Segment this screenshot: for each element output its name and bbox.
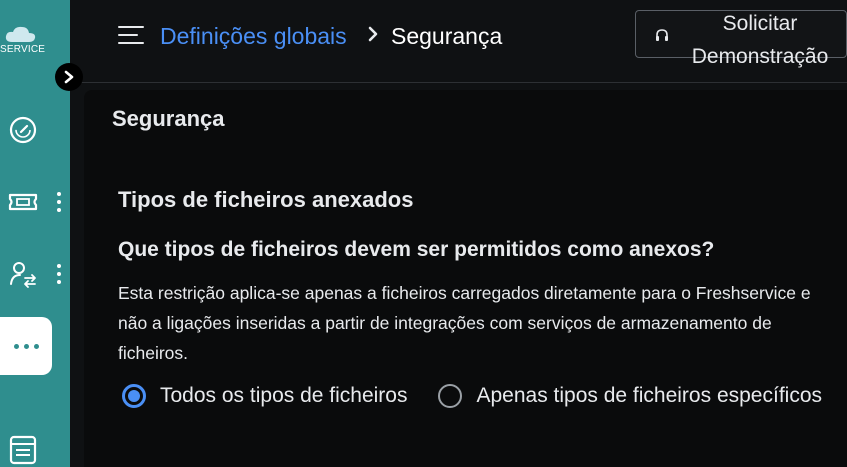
gauge-icon (9, 116, 37, 144)
attachment-description: Esta restrição aplica-se apenas a fichei… (118, 283, 811, 363)
hamburger-menu-icon[interactable] (118, 25, 144, 45)
breadcrumb-root-link[interactable]: Definições globais (160, 23, 347, 50)
sidebar-item-calendar[interactable] (6, 432, 40, 466)
sidebar-expand-toggle[interactable] (55, 63, 83, 91)
brand-text: SERVICE (0, 44, 46, 55)
section-heading: Tipos de ficheiros anexados (118, 187, 414, 212)
breadcrumb-current: Segurança (391, 23, 503, 49)
chevron-right-icon (64, 70, 74, 84)
sidebar-item-users[interactable] (6, 257, 40, 291)
attachment-question: Que tipos de ficheiros devem ser permiti… (118, 238, 715, 261)
sidebar-item-tickets-menu[interactable] (54, 192, 64, 212)
sidebar-item-users-menu[interactable] (54, 264, 64, 284)
top-header: Definições globais Segurança Solicitar D… (70, 0, 847, 83)
cloud-logo-icon (5, 26, 36, 42)
request-demo-button[interactable]: Solicitar Demonstração (635, 10, 847, 68)
calendar-grid-icon (9, 435, 37, 465)
ticket-icon (8, 193, 38, 211)
clipped-sub-breadcrumb (130, 79, 570, 87)
sidebar-item-tickets[interactable] (6, 185, 40, 219)
page-title: Segurança (112, 106, 225, 131)
request-demo-label: Solicitar Demonstração (691, 12, 829, 68)
file-type-radio-group: Todos os tipos de ficheiros Apenas tipos… (122, 380, 822, 412)
radio-button-selected[interactable] (122, 384, 146, 408)
radio-specific-file-types-label: Apenas tipos de ficheiros específicos (476, 384, 822, 407)
radio-all-file-types-label: Todos os tipos de ficheiros (160, 384, 408, 407)
radio-specific-file-types[interactable]: Apenas tipos de ficheiros específicos (438, 384, 822, 408)
user-switch-icon (10, 262, 36, 288)
more-horizontal-icon (13, 343, 19, 349)
radio-button-unselected[interactable] (438, 384, 463, 408)
chevron-right-icon (368, 26, 378, 42)
sidebar-item-dashboard[interactable] (6, 113, 40, 147)
radio-all-file-types[interactable]: Todos os tipos de ficheiros (122, 384, 407, 408)
sidebar-item-more[interactable] (0, 317, 52, 375)
headset-icon (656, 29, 668, 41)
